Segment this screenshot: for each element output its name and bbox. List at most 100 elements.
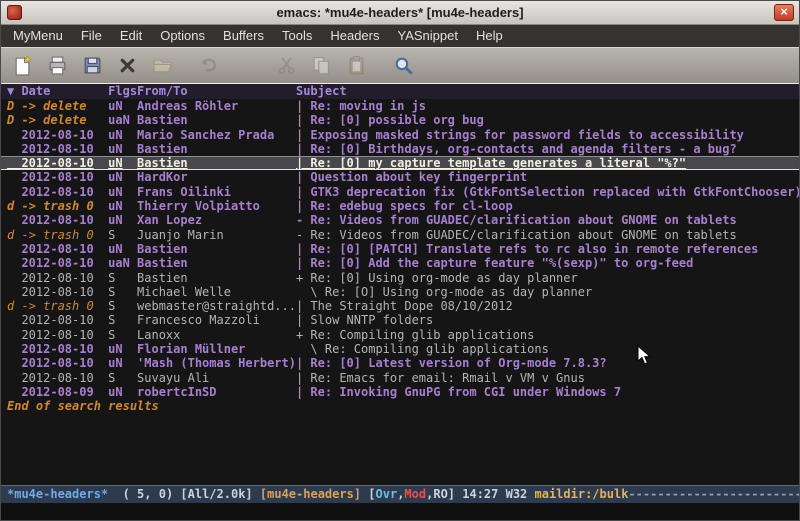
message-row[interactable]: 2012-08-10 S Bastien + Re: [0] Using org…: [1, 271, 799, 285]
message-row[interactable]: D -> delete uaN Bastien | Re: [0] possib…: [1, 113, 799, 127]
message-row[interactable]: 2012-08-10 uN Bastien | Re: [0] my captu…: [1, 156, 799, 170]
menu-help[interactable]: Help: [467, 25, 512, 47]
message-flags: uN: [108, 170, 137, 184]
menu-tools[interactable]: Tools: [273, 25, 321, 47]
message-row[interactable]: 2012-08-10 S Suvayu Ali | Re: Emacs for …: [1, 371, 799, 385]
message-from: Francesco Mazzoli: [137, 313, 296, 327]
emacs-frame: ▼ Date Flgs From/To Subject D -> delete …: [1, 84, 799, 520]
menu-edit[interactable]: Edit: [111, 25, 151, 47]
menu-file[interactable]: File: [72, 25, 111, 47]
message-flags: S: [108, 228, 137, 242]
message-row[interactable]: 2012-08-10 uN Xan Lopez - Re: Videos fro…: [1, 213, 799, 227]
message-subject: | Re: [0] my capture template generates …: [296, 156, 799, 170]
message-row[interactable]: 2012-08-10 uN Florian Müllner \ Re: Comp…: [1, 342, 799, 356]
message-row[interactable]: d -> trash 0 S webmaster@straightd... | …: [1, 299, 799, 313]
message-date-or-mark: 2012-08-10: [7, 128, 108, 142]
modeline-bracket: [: [361, 487, 375, 501]
empty-buffer-space: [1, 414, 799, 485]
message-from: Juanjo Marin: [137, 228, 296, 242]
message-row[interactable]: 2012-08-10 uaN Bastien | Re: [0] Add the…: [1, 256, 799, 270]
copy-icon[interactable]: [307, 51, 336, 80]
message-from: webmaster@straightd...: [137, 299, 296, 313]
message-from: Bastien: [137, 113, 296, 127]
message-flags: uN: [108, 142, 137, 156]
close-window-button[interactable]: ×: [774, 4, 794, 21]
message-row[interactable]: 2012-08-10 S Lanoxx + Re: Compiling glib…: [1, 328, 799, 342]
message-subject: | Re: Emacs for email: Rmail v VM v Gnus: [296, 371, 799, 385]
message-subject: | Re: [0] Birthdays, org-contacts and ag…: [296, 142, 799, 156]
message-flags: uN: [108, 99, 137, 113]
message-from: Bastien: [137, 142, 296, 156]
menu-headers[interactable]: Headers: [321, 25, 388, 47]
paste-icon[interactable]: [342, 51, 371, 80]
message-from: Bastien: [137, 256, 296, 270]
headers-header-line: ▼ Date Flgs From/To Subject: [1, 84, 799, 99]
message-date-or-mark: 2012-08-10: [7, 271, 108, 285]
menu-yasnippet[interactable]: YASnippet: [388, 25, 466, 47]
menu-bar: MyMenuFileEditOptionsBuffersToolsHeaders…: [1, 25, 799, 47]
message-row[interactable]: 2012-08-10 uN Bastien | Re: [0] [PATCH] …: [1, 242, 799, 256]
toolbar: [1, 47, 799, 84]
cut-icon[interactable]: [272, 51, 301, 80]
message-date-or-mark: 2012-08-10: [7, 256, 108, 270]
modeline-size: [All/2.0k]: [180, 487, 259, 501]
open-folder-icon[interactable]: [148, 51, 177, 80]
message-row[interactable]: D -> delete uN Andreas Röhler | Re: movi…: [1, 99, 799, 113]
menu-mymenu[interactable]: MyMenu: [4, 25, 72, 47]
message-from: Bastien: [137, 156, 296, 170]
message-date-or-mark: 2012-08-10: [7, 142, 108, 156]
message-flags: S: [108, 371, 137, 385]
message-from: Bastien: [137, 271, 296, 285]
message-subject: | Re: [0] Add the capture feature "%(sex…: [296, 256, 799, 270]
message-row[interactable]: 2012-08-10 S Michael Welle \ Re: [O] Usi…: [1, 285, 799, 299]
print-icon[interactable]: [43, 51, 72, 80]
message-row[interactable]: d -> trash 0 S Juanjo Marin - Re: Videos…: [1, 228, 799, 242]
message-flags: uN: [108, 356, 137, 370]
modeline-buffer-name: *mu4e-headers*: [7, 487, 108, 501]
message-flags: S: [108, 299, 137, 313]
message-from: Suvayu Ali: [137, 371, 296, 385]
menu-buffers[interactable]: Buffers: [214, 25, 273, 47]
modeline-readonly-flag: RO: [433, 487, 447, 501]
message-flags: uN: [108, 342, 137, 356]
message-row[interactable]: 2012-08-10 uN HardKor | Question about k…: [1, 170, 799, 184]
message-subject: + Re: [0] Using org-mode as day planner: [296, 271, 799, 285]
message-subject: | Re: moving in js: [296, 99, 799, 113]
close-buffer-icon[interactable]: [113, 51, 142, 80]
message-date-or-mark: 2012-08-10: [7, 371, 108, 385]
message-date-or-mark: 2012-08-10: [7, 185, 108, 199]
message-row[interactable]: 2012-08-10 S Francesco Mazzoli | Slow NN…: [1, 313, 799, 327]
message-flags: uN: [108, 128, 137, 142]
message-row[interactable]: 2012-08-10 uN 'Mash (Thomas Herbert) | R…: [1, 356, 799, 370]
message-row[interactable]: 2012-08-10 uN Frans Oilinki | GTK3 depre…: [1, 185, 799, 199]
mouse-cursor: [637, 345, 651, 366]
titlebar: emacs: *mu4e-headers* [mu4e-headers] ×: [1, 1, 799, 25]
message-subject: - Re: Videos from GUADEC/clarification a…: [296, 228, 799, 242]
save-icon[interactable]: [78, 51, 107, 80]
modeline-window-id: W32: [498, 487, 534, 501]
message-flags: S: [108, 285, 137, 299]
message-flags: uaN: [108, 256, 137, 270]
message-from: Florian Müllner: [137, 342, 296, 356]
header-col-from[interactable]: From/To: [137, 84, 296, 99]
message-subject: | Re: Invoking GnuPG from CGI under Wind…: [296, 385, 799, 399]
search-icon[interactable]: [389, 51, 418, 80]
message-date-or-mark: 2012-08-10: [7, 285, 108, 299]
menu-options[interactable]: Options: [151, 25, 214, 47]
message-from: Thierry Volpiatto: [137, 199, 296, 213]
message-from: Andreas Röhler: [137, 99, 296, 113]
new-file-icon[interactable]: [8, 51, 37, 80]
message-subject: \ Re: Compiling glib applications: [296, 342, 799, 356]
undo-icon[interactable]: [195, 51, 224, 80]
header-col-flags[interactable]: Flgs: [108, 84, 137, 99]
message-subject: + Re: Compiling glib applications: [296, 328, 799, 342]
modeline-maildir: maildir:/bulk: [535, 487, 629, 501]
header-col-subject[interactable]: Subject: [296, 84, 799, 99]
header-col-date[interactable]: ▼ Date: [7, 84, 108, 99]
message-row[interactable]: d -> trash 0 uN Thierry Volpiatto | Re: …: [1, 199, 799, 213]
message-from: HardKor: [137, 170, 296, 184]
message-row[interactable]: 2012-08-10 uN Bastien | Re: [0] Birthday…: [1, 142, 799, 156]
modeline-bracket: ]: [448, 487, 462, 501]
message-row[interactable]: 2012-08-09 uN robertcInSD | Re: Invoking…: [1, 385, 799, 399]
message-row[interactable]: 2012-08-10 uN Mario Sanchez Prada | Expo…: [1, 128, 799, 142]
